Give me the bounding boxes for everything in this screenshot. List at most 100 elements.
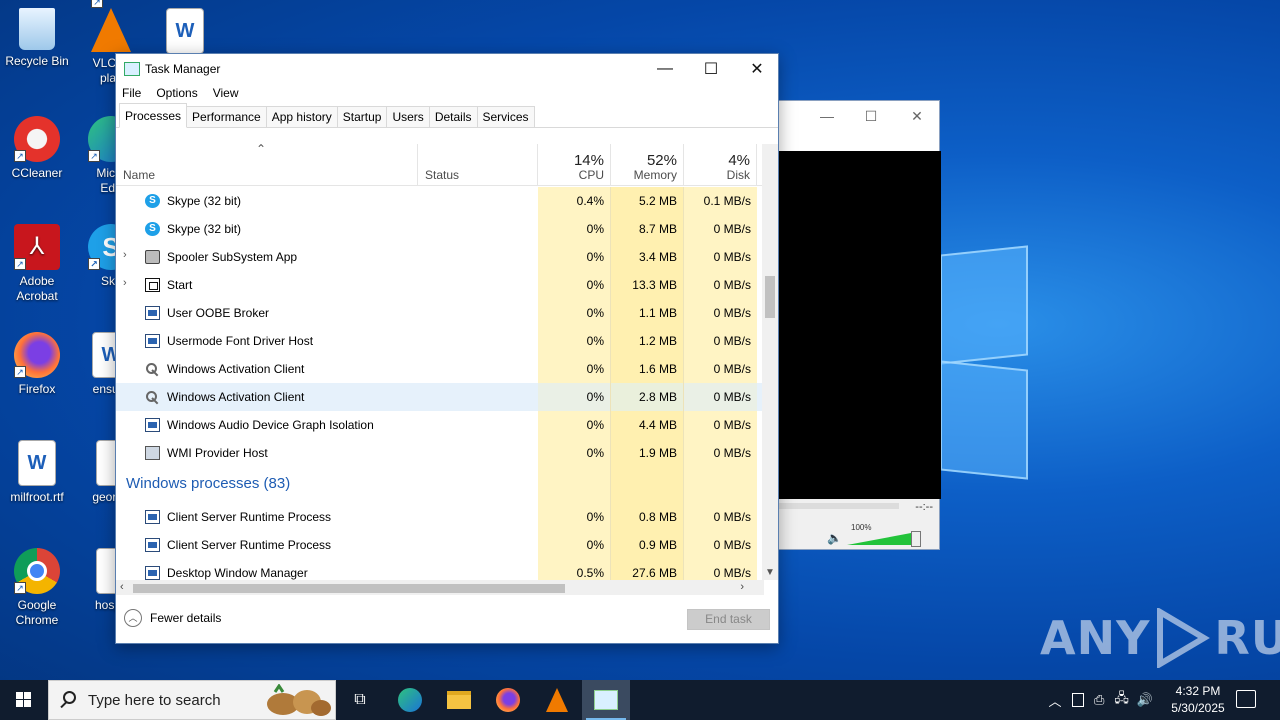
menu-options[interactable]: Options bbox=[156, 86, 197, 100]
maximize-button[interactable]: ☐ bbox=[859, 106, 883, 126]
process-row[interactable]: S Skype (32 bit) 0.4% 5.2 MB 0.1 MB/s bbox=[116, 187, 764, 215]
desktop-icon-milfroot[interactable]: W milfroot.rtf bbox=[0, 440, 74, 505]
start-button[interactable] bbox=[0, 680, 48, 720]
skype-icon: S bbox=[145, 194, 160, 208]
edge-icon bbox=[398, 688, 422, 712]
taskbar-file-explorer[interactable] bbox=[435, 680, 483, 720]
tab-performance[interactable]: Performance bbox=[186, 106, 267, 127]
process-row[interactable]: Client Server Runtime Process 0% 0.8 MB … bbox=[116, 503, 764, 531]
volume-slider[interactable] bbox=[847, 531, 921, 547]
minimize-button[interactable]: — bbox=[815, 106, 839, 126]
column-memory[interactable]: 52% Memory bbox=[611, 144, 684, 186]
menu-view[interactable]: View bbox=[213, 86, 239, 100]
speaker-icon: 🔈 bbox=[827, 531, 842, 545]
meet-icon[interactable]: ⎙ bbox=[1094, 692, 1104, 708]
fewer-details-button[interactable]: ︿ Fewer details bbox=[124, 609, 221, 627]
system-clock[interactable]: 4:32 PM 5/30/2025 bbox=[1160, 683, 1236, 717]
chevron-up-icon: ︿ bbox=[124, 609, 142, 627]
tab-services[interactable]: Services bbox=[476, 106, 535, 127]
window-icon bbox=[145, 306, 160, 320]
seek-bar[interactable] bbox=[779, 503, 899, 509]
media-player-titlebar[interactable]: — ☐ ✕ bbox=[779, 101, 939, 151]
scroll-down-arrow-icon[interactable]: ▼ bbox=[765, 567, 775, 578]
process-row[interactable]: Windows Audio Device Graph Isolation 0% … bbox=[116, 411, 764, 439]
column-headers: ⌃ Name Status 14% CPU 52% Memory 4% Disk bbox=[116, 142, 764, 186]
process-row-selected[interactable]: Windows Activation Client 0% 2.8 MB 0 MB… bbox=[116, 383, 764, 411]
volume-icon[interactable]: 🔊 bbox=[1137, 692, 1153, 708]
key-icon bbox=[145, 390, 160, 404]
column-cpu[interactable]: 14% CPU bbox=[538, 144, 611, 186]
volume-control[interactable]: 🔈 100% bbox=[827, 523, 921, 547]
task-manager-titlebar[interactable]: Task Manager — ☐ ✕ bbox=[116, 54, 778, 83]
process-row[interactable]: Windows Activation Client 0% 1.6 MB 0 MB… bbox=[116, 355, 764, 383]
process-row[interactable]: Desktop Window Manager 0.5% 27.6 MB 0 MB… bbox=[116, 559, 764, 580]
menu-bar: File Options View bbox=[116, 83, 778, 103]
column-disk[interactable]: 4% Disk bbox=[684, 144, 757, 186]
task-view-icon: ⧉ bbox=[354, 691, 366, 708]
process-row[interactable]: S Skype (32 bit) 0% 8.7 MB 0 MB/s bbox=[116, 215, 764, 243]
sort-up-icon: ⌃ bbox=[256, 142, 267, 156]
task-manager-window[interactable]: Task Manager — ☐ ✕ File Options View Pro… bbox=[115, 53, 779, 644]
chevron-up-icon[interactable]: ︿ bbox=[1046, 691, 1064, 710]
clock-date: 5/30/2025 bbox=[1171, 701, 1225, 715]
process-row[interactable]: › Spooler SubSystem App 0% 3.4 MB 0 MB/s bbox=[116, 243, 764, 271]
column-status[interactable]: Status bbox=[418, 144, 538, 186]
process-row[interactable]: Client Server Runtime Process 0% 0.9 MB … bbox=[116, 531, 764, 559]
desktop-icon-ccleaner[interactable]: ↗ CCleaner bbox=[0, 116, 74, 181]
process-list[interactable]: S Skype (32 bit) 0.4% 5.2 MB 0.1 MB/s S … bbox=[116, 187, 764, 580]
process-row[interactable]: › Start 0% 13.3 MB 0 MB/s bbox=[116, 271, 764, 299]
vlc-cone-icon: ↗ bbox=[91, 0, 131, 52]
search-placeholder: Type here to search bbox=[88, 692, 221, 709]
tab-details[interactable]: Details bbox=[428, 106, 478, 127]
volume-fill bbox=[847, 533, 911, 545]
desktop-icon-adobe-acrobat[interactable]: ⅄ ↗ Adobe Acrobat bbox=[0, 224, 74, 304]
search-icon bbox=[63, 691, 76, 704]
desktop-icon-chrome[interactable]: ↗ Google Chrome bbox=[0, 548, 74, 628]
process-row[interactable]: Usermode Font Driver Host 0% 1.2 MB 0 MB… bbox=[116, 327, 764, 355]
taskbar-edge[interactable] bbox=[386, 680, 434, 720]
process-row[interactable]: WMI Provider Host 0% 1.9 MB 0 MB/s bbox=[116, 439, 764, 467]
process-row[interactable]: User OOBE Broker 0% 1.1 MB 0 MB/s bbox=[116, 299, 764, 327]
desktop-icon-word-doc-1[interactable]: W bbox=[148, 8, 222, 58]
taskbar-task-manager[interactable] bbox=[582, 680, 630, 720]
close-button[interactable]: ✕ bbox=[734, 54, 780, 83]
close-button[interactable]: ✕ bbox=[905, 106, 929, 126]
tab-app-history[interactable]: App history bbox=[265, 106, 338, 127]
media-player-window[interactable]: — ☐ ✕ --:-- 🔈 100% bbox=[778, 100, 941, 550]
minimize-button[interactable]: — bbox=[642, 54, 688, 83]
window-icon bbox=[145, 334, 160, 348]
group-header-windows-processes[interactable]: Windows processes (83) bbox=[116, 467, 764, 503]
menu-file[interactable]: File bbox=[122, 86, 141, 100]
tab-processes[interactable]: Processes bbox=[119, 103, 188, 128]
expand-chevron-icon[interactable]: › bbox=[123, 277, 127, 289]
horizontal-scrollbar[interactable]: ‹ › bbox=[116, 580, 764, 596]
play-logo-icon bbox=[1157, 608, 1211, 668]
maximize-button[interactable]: ☐ bbox=[688, 54, 734, 83]
tablet-icon[interactable] bbox=[1072, 693, 1084, 707]
key-icon bbox=[145, 362, 160, 376]
network-icon[interactable]: 🖧 bbox=[1114, 689, 1129, 711]
scroll-left-arrow-icon[interactable]: ‹ bbox=[120, 581, 124, 593]
recycle-bin-icon bbox=[19, 8, 55, 50]
expand-chevron-icon[interactable]: › bbox=[123, 249, 127, 261]
tab-startup[interactable]: Startup bbox=[336, 106, 388, 127]
vertical-scrollbar[interactable]: ▼ bbox=[762, 144, 778, 580]
desktop-icon-recycle-bin[interactable]: Recycle Bin bbox=[0, 8, 74, 69]
column-name[interactable]: ⌃ Name bbox=[116, 142, 418, 186]
end-task-button[interactable]: End task bbox=[687, 609, 770, 630]
desktop-icon-firefox[interactable]: ↗ Firefox bbox=[0, 332, 74, 397]
video-area[interactable] bbox=[779, 151, 941, 499]
taskbar-firefox[interactable] bbox=[484, 680, 532, 720]
printer-icon bbox=[145, 250, 160, 264]
word-document-icon: W bbox=[166, 8, 204, 54]
notification-center-icon[interactable] bbox=[1236, 690, 1256, 708]
taskbar-vlc[interactable] bbox=[533, 680, 581, 720]
taskbar-search-box[interactable]: Type here to search bbox=[48, 680, 336, 720]
vertical-scroll-thumb[interactable] bbox=[765, 276, 775, 318]
tab-users[interactable]: Users bbox=[386, 106, 430, 127]
taskbar: Type here to search ⧉ ︿ ⎙ 🖧 🔊 4:32 PM 5/… bbox=[0, 680, 1280, 720]
scroll-right-arrow-icon[interactable]: › bbox=[740, 581, 744, 593]
skype-icon: S bbox=[145, 222, 160, 236]
horizontal-scroll-thumb[interactable] bbox=[133, 584, 565, 593]
task-view-button[interactable]: ⧉ bbox=[336, 680, 384, 720]
